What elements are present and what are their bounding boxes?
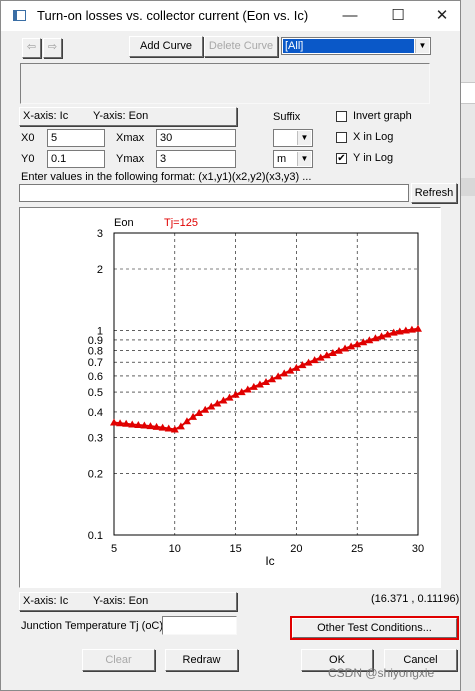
y-tick-label: 0.6 <box>88 371 103 383</box>
axes-header: X-axis: Ic Y-axis: Eon <box>19 107 237 126</box>
series-layer <box>110 324 422 433</box>
x-tick-label: 20 <box>290 543 302 555</box>
y-tick-label: 0.2 <box>88 468 103 480</box>
y-in-log-checkbox[interactable]: ✔ <box>336 153 347 164</box>
y-in-log-label: Y in Log <box>353 152 394 164</box>
y-tick-label: 0.5 <box>88 387 103 399</box>
y-axis-label: Eon <box>114 217 134 229</box>
background-toolbar-strip <box>461 82 475 104</box>
redraw-button[interactable]: Redraw <box>165 649 238 671</box>
y0-label: Y0 <box>21 153 35 165</box>
refresh-button[interactable]: Refresh <box>411 183 457 203</box>
x-tick-label: 30 <box>412 543 424 555</box>
close-button[interactable]: ✕ <box>422 4 462 28</box>
y0-input[interactable]: 0.1 <box>47 150 105 168</box>
x-in-log-label: X in Log <box>353 131 394 143</box>
y-axis-header: Y-axis: Eon <box>93 110 149 122</box>
y-tick-label: 0.1 <box>88 530 103 542</box>
xmax-input[interactable]: 30 <box>156 129 236 147</box>
footer-y-axis: Y-axis: Eon <box>93 595 149 607</box>
minimize-button[interactable]: — <box>330 4 370 28</box>
format-hint: Enter values in the following format: (x… <box>21 171 312 183</box>
y-tick-label: 0.4 <box>88 407 103 419</box>
y-tick-label: 2 <box>97 264 103 276</box>
junction-temperature-label: Junction Temperature Tj (oC) <box>21 620 164 632</box>
title-bar: Turn-on losses vs. collector current (Eo… <box>1 1 460 31</box>
x-tick-label: 10 <box>169 543 181 555</box>
ymax-input[interactable]: 3 <box>156 150 236 168</box>
chart-svg: 0.10.20.30.40.50.60.70.80.9123 5 10 15 20 25… <box>88 217 424 568</box>
x-axis-header: X-axis: Ic <box>23 110 69 122</box>
x0-input[interactable]: 5 <box>47 129 105 147</box>
checkmark-icon: ✔ <box>337 153 346 164</box>
footer-x-axis: X-axis: Ic <box>23 595 69 607</box>
x-tick-label: 15 <box>229 543 241 555</box>
chevron-down-icon: ▼ <box>297 152 311 166</box>
footer-axes: X-axis: Ic Y-axis: Eon <box>19 592 237 611</box>
y-tick-label: 3 <box>97 228 103 240</box>
junction-temperature-input[interactable] <box>162 616 237 635</box>
data-entry-input[interactable] <box>19 184 409 202</box>
y-tick-label: 0.8 <box>88 345 103 357</box>
suffix-label: Suffix <box>273 111 301 123</box>
y-suffix-value: m <box>277 153 287 165</box>
invert-graph-label: Invert graph <box>353 110 412 122</box>
x-tick-label: 5 <box>111 543 117 555</box>
x-suffix-select[interactable]: ▼ <box>273 129 313 147</box>
curve-select[interactable]: [All] ▼ <box>281 37 431 55</box>
window-app-icon <box>13 10 26 21</box>
x-axis-label: Ic <box>265 554 274 568</box>
dialog-window: Turn-on losses vs. collector current (Eo… <box>0 0 461 691</box>
y-tick-label: 0.7 <box>88 357 103 369</box>
forward-button[interactable]: ⇨ <box>43 38 62 58</box>
arrow-right-icon: ⇨ <box>47 41 58 53</box>
cursor-coordinates: (16.371 , 0.11196) <box>371 593 460 605</box>
chevron-down-icon: ▼ <box>415 39 429 53</box>
add-curve-button[interactable]: Add Curve <box>129 36 203 57</box>
maximize-button[interactable]: ☐ <box>378 4 418 28</box>
window-title: Turn-on losses vs. collector current (Eo… <box>37 8 309 23</box>
clear-button[interactable]: Clear <box>82 649 155 671</box>
chart-panel: 0.1 0.2 0.3 0.4 0.5 0.6 0.7 0.8 0.9 1 2 3 5 10 15 20 25… <box>19 207 441 588</box>
xmax-label: Xmax <box>116 132 145 144</box>
delete-curve-button[interactable]: Delete Curve <box>204 36 278 57</box>
x-tick-label: 25 <box>351 543 363 555</box>
other-test-conditions-button[interactable]: Other Test Conditions... <box>290 616 459 640</box>
arrow-left-icon: ⇦ <box>26 41 37 53</box>
x-in-log-checkbox[interactable] <box>336 132 347 143</box>
watermark: CSDN @shiyongxie <box>328 666 435 680</box>
ymax-label: Ymax <box>116 153 145 165</box>
series-label: Tj=125 <box>164 217 198 229</box>
y-suffix-select[interactable]: m ▼ <box>273 150 313 168</box>
y-tick-label: 1 <box>97 326 103 338</box>
curve-info-panel <box>20 63 430 104</box>
back-button[interactable]: ⇦ <box>22 38 41 58</box>
invert-graph-checkbox[interactable] <box>336 111 347 122</box>
curve-select-value: [All] <box>283 39 414 53</box>
y-tick-labels: 0.10.20.30.40.50.60.70.80.9123 <box>88 228 103 542</box>
x0-label: X0 <box>21 132 35 144</box>
chevron-down-icon: ▼ <box>297 131 311 145</box>
y-tick-label: 0.3 <box>88 432 103 444</box>
